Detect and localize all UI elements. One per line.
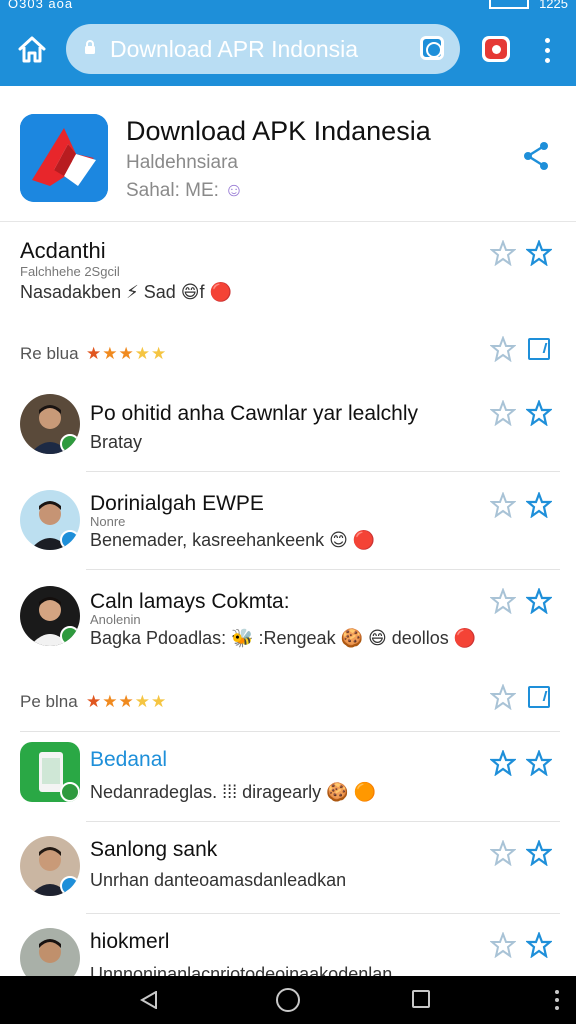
- section-row: Re blua ★★★★★: [0, 318, 576, 382]
- item-name: Dorinialgah EWPE: [90, 492, 264, 515]
- item-message: Unrhan danteoamasdanleadkan: [90, 870, 347, 890]
- share-icon: [524, 142, 548, 170]
- system-nav-bar: [0, 976, 576, 1024]
- youtube-icon[interactable]: [482, 36, 510, 62]
- share-button[interactable]: [520, 140, 552, 172]
- star-icon[interactable]: [490, 336, 516, 362]
- rating-star-icon: ★★: [134, 692, 168, 711]
- status-left: O303 aoa: [8, 0, 74, 11]
- avatar: [20, 490, 80, 550]
- app-icon[interactable]: [20, 114, 108, 202]
- rating-star-icon: ★★: [102, 344, 135, 363]
- app-logo-icon: [20, 114, 108, 202]
- status-right: 1225: [489, 0, 568, 11]
- avatar: [20, 836, 80, 896]
- item-handle: Falchhehe 2Sgcil: [20, 264, 120, 279]
- person-icon: [39, 939, 61, 963]
- item-name: Bedanal: [90, 748, 168, 771]
- battery-icon: [489, 0, 530, 9]
- more-icon[interactable]: [554, 990, 560, 1012]
- list-item[interactable]: Caln lamays Cokmta: Anolenin Bagka Pdoad…: [0, 570, 576, 668]
- url-text: Download APR Indonsia: [110, 36, 359, 62]
- star-icon[interactable]: [526, 240, 552, 266]
- star-icon[interactable]: [526, 492, 552, 518]
- status-time: 1225: [539, 0, 568, 11]
- star-icon[interactable]: [526, 588, 552, 614]
- list-item[interactable]: Acdanthi Falchhehe 2Sgcil Nasadakben ⚡ S…: [0, 222, 576, 318]
- star-icon[interactable]: [526, 932, 552, 958]
- browser-toolbar: Download APR Indonsia: [0, 18, 576, 82]
- item-message: Nasadakben ⚡ Sad 😄f 🔴: [20, 282, 232, 302]
- verified-badge-icon: [60, 434, 80, 454]
- list-item[interactable]: Po ohitid anha Cawnlar yar lealchly Brat…: [0, 382, 576, 472]
- list-item[interactable]: Bedanal Nedanradeglas. ⁞⁞⁞ diragearly 🍪 …: [0, 732, 576, 822]
- star-icon[interactable]: [490, 840, 516, 866]
- rating-star-icon: ★★: [102, 692, 135, 711]
- status-bar: O303 aoa 1225: [0, 0, 576, 12]
- lock-icon: [85, 40, 95, 54]
- item-name: Caln lamays Cokmta:: [90, 590, 290, 613]
- star-icon[interactable]: [490, 684, 516, 710]
- item-name: hiokmerl: [90, 930, 170, 953]
- app-meta-text: Sahal: ME:: [126, 180, 219, 201]
- section-label: Pe blna: [20, 692, 78, 711]
- item-message: Benemader, kasreehankeenk 😊 🔴: [90, 530, 376, 550]
- star-icon[interactable]: [526, 840, 552, 866]
- item-name: Acdanthi: [20, 238, 106, 263]
- tab-icon[interactable]: [420, 36, 444, 60]
- item-handle: Anolenin: [90, 612, 141, 627]
- verified-badge-icon: [60, 530, 80, 550]
- app-avatar: [20, 742, 80, 802]
- star-icon[interactable]: [490, 588, 516, 614]
- app-subtitle: Haldehnsiara: [126, 152, 238, 173]
- verified-badge-icon: [60, 626, 80, 646]
- verified-badge-icon: [60, 782, 80, 802]
- home-icon: [18, 36, 46, 63]
- rating-star-icon: ★★: [134, 344, 168, 363]
- list-item[interactable]: Sanlong sank Unrhan danteoamasdanleadkan: [0, 822, 576, 914]
- avatar: [20, 586, 80, 646]
- app-title: Download APK Indanesia: [126, 116, 431, 146]
- list-item[interactable]: hiokmerl Unnnoninanlacnriotodeoinaakoden…: [0, 914, 576, 976]
- section-label: Re blua: [20, 344, 79, 363]
- item-message: Bagka Pdoadlas: 🐝 :Rengeak 🍪 😄 deollos 🔴: [90, 628, 477, 648]
- star-icon[interactable]: [490, 240, 516, 266]
- avatar: [20, 928, 80, 976]
- verified-badge-icon: [60, 876, 80, 896]
- back-icon[interactable]: [140, 991, 158, 1009]
- avatar: [20, 394, 80, 454]
- item-name: Sanlong sank: [90, 838, 218, 861]
- list-item[interactable]: Dorinialgah EWPE Nonre Benemader, kasree…: [0, 472, 576, 570]
- edit-icon[interactable]: [528, 686, 550, 708]
- url-bar[interactable]: Download APR Indonsia: [66, 24, 460, 74]
- home-button[interactable]: [16, 34, 48, 66]
- rating-star-icon: ★: [86, 344, 103, 363]
- item-handle: Nonre: [90, 514, 126, 529]
- screen: O303 aoa 1225 Download APR Indonsia Down…: [0, 0, 576, 1024]
- item-message: Nedanradeglas. ⁞⁞⁞ diragearly 🍪 🟠: [90, 782, 376, 802]
- rating-star-icon: ★: [86, 692, 103, 711]
- nav-home-icon[interactable]: [276, 988, 300, 1012]
- star-icon[interactable]: [526, 400, 552, 426]
- browser-header: O303 aoa 1225 Download APR Indonsia: [0, 0, 576, 86]
- edit-icon[interactable]: [528, 338, 550, 360]
- star-icon[interactable]: [490, 400, 516, 426]
- star-icon[interactable]: [490, 492, 516, 518]
- section-row: Pe blna ★★★★★: [0, 668, 576, 732]
- rating-stars: ★★★★★: [86, 692, 167, 712]
- item-message: Unnnoninanlacnriotodeoinaakodenlan: [90, 964, 393, 976]
- recent-icon[interactable]: [412, 990, 430, 1008]
- meta-emoji-icon: ☺: [224, 180, 244, 201]
- star-icon[interactable]: [526, 750, 552, 776]
- app-header: Download APK Indanesia Haldehnsiara Saha…: [0, 96, 576, 222]
- item-message: Bratay: [90, 432, 143, 452]
- star-icon[interactable]: [490, 750, 516, 776]
- rating-stars: ★★★★★: [86, 344, 167, 364]
- app-meta: Sahal: ME: ☺: [126, 180, 244, 202]
- item-name: Po ohitid anha Cawnlar yar lealchly: [90, 402, 419, 425]
- star-icon[interactable]: [490, 932, 516, 958]
- menu-icon[interactable]: [538, 38, 558, 64]
